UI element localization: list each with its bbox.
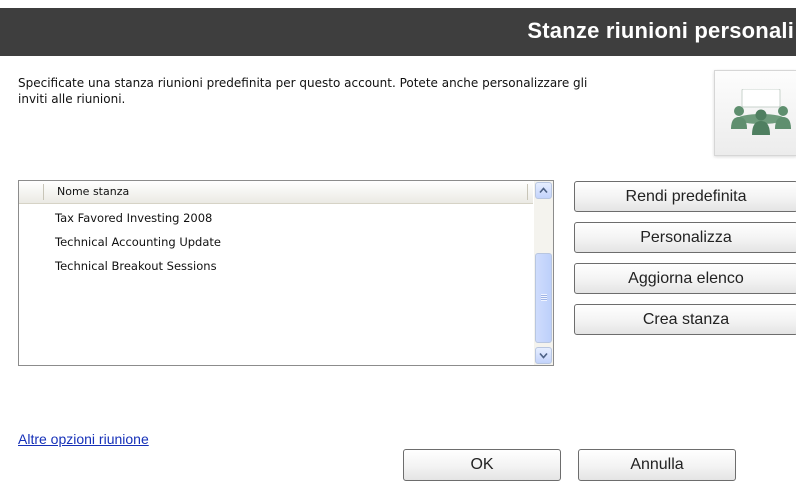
rooms-list[interactable]: Nome stanza Tax Favored Investing 2008 T… [18, 180, 554, 366]
list-column-header[interactable]: Nome stanza [19, 181, 533, 204]
set-default-button[interactable]: Rendi predefinita [574, 181, 796, 212]
list-item[interactable]: Technical Accounting Update [55, 235, 221, 259]
meeting-room-icon [714, 70, 796, 156]
cancel-button[interactable]: Annulla [578, 449, 736, 481]
scroll-up-button[interactable] [535, 182, 552, 199]
description-text: Specificate una stanza riunioni predefin… [18, 76, 588, 106]
list-item[interactable]: Tax Favored Investing 2008 [55, 211, 221, 235]
create-room-button[interactable]: Crea stanza [574, 304, 796, 335]
chevron-up-icon [539, 187, 548, 194]
column-divider [527, 184, 528, 200]
customize-button[interactable]: Personalizza [574, 222, 796, 253]
page-title: Stanze riunioni personali [527, 18, 794, 43]
scrollbar-thumb[interactable] [535, 253, 552, 343]
scroll-down-button[interactable] [535, 347, 552, 364]
more-meeting-options-link[interactable]: Altre opzioni riunione [18, 431, 149, 447]
column-header-room-name[interactable]: Nome stanza [57, 185, 129, 198]
vertical-scrollbar[interactable] [534, 181, 553, 365]
column-divider [43, 184, 44, 200]
title-bar: Stanze riunioni personali [0, 8, 796, 56]
list-item[interactable]: Technical Breakout Sessions [55, 259, 221, 283]
grip-icon [541, 294, 547, 301]
refresh-list-button[interactable]: Aggiorna elenco [574, 263, 796, 294]
ok-button[interactable]: OK [403, 449, 561, 481]
chevron-down-icon [539, 352, 548, 359]
